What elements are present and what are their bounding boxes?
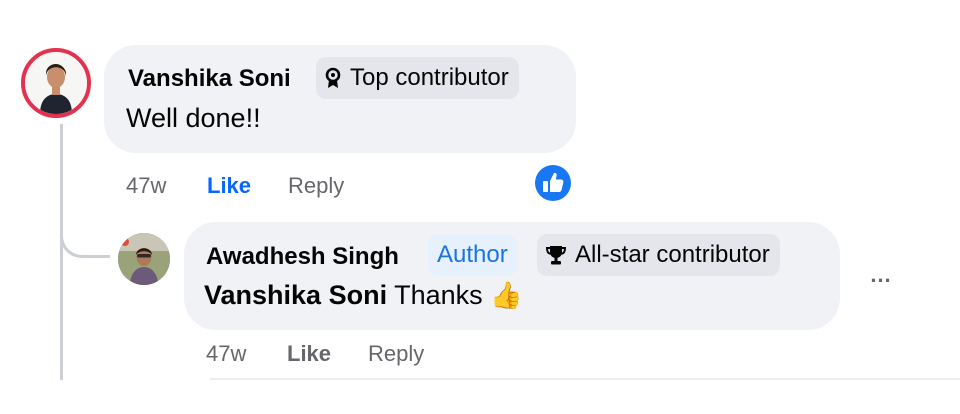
reply-timestamp[interactable]: 47w [206, 341, 246, 367]
all-star-contributor-badge[interactable]: All-star contributor [537, 234, 780, 276]
comment-text: Well done!! [126, 103, 261, 133]
author-badge[interactable]: Author [428, 234, 517, 276]
all-star-contributor-label: All-star contributor [575, 241, 770, 268]
top-contributor-badge[interactable]: Top contributor [316, 57, 519, 99]
more-options-button[interactable]: ... [862, 256, 900, 294]
comment-author[interactable]: Vanshika Soni [128, 65, 291, 93]
like-reaction-icon[interactable] [534, 164, 572, 202]
reply-author[interactable]: Awadhesh Singh [206, 243, 399, 271]
reply-like-button[interactable]: Like [287, 341, 331, 367]
comment-bubble: Vanshika Soni Top contributor Well done!… [104, 45, 576, 153]
comment-timestamp[interactable]: 47w [126, 173, 166, 199]
top-contributor-icon [324, 67, 350, 89]
thread-branch [60, 218, 110, 258]
author-badge-label: Author [437, 241, 508, 268]
thread-line [60, 124, 63, 380]
thumbs-up-emoji: 👍 [490, 280, 523, 310]
reply-reply-button[interactable]: Reply [368, 341, 424, 367]
comment-like-button[interactable]: Like [207, 173, 251, 199]
more-options-label: ... [870, 262, 892, 287]
avatar-awadhesh[interactable] [118, 233, 170, 285]
mention-link[interactable]: Vanshika Soni [204, 280, 387, 310]
comment-reply-button[interactable]: Reply [288, 173, 344, 199]
reply-bubble: Awadhesh Singh Author All-star contribut… [184, 222, 840, 330]
avatar-vanshika[interactable] [21, 48, 91, 118]
reply-message: Thanks [387, 280, 491, 310]
reply-text: Vanshika Soni Thanks 👍 [204, 280, 523, 311]
divider [210, 378, 960, 380]
trophy-icon [545, 244, 575, 266]
top-contributor-label: Top contributor [350, 64, 509, 91]
